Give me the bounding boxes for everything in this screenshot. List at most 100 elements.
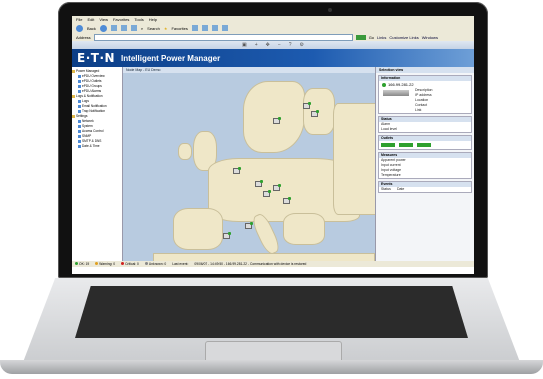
map-view: Node Map - EU Demo <box>123 67 376 261</box>
status-unknown[interactable]: Unknown: 0 <box>144 262 166 266</box>
favorites-label[interactable]: Favorites <box>171 26 187 31</box>
search-label[interactable]: Search <box>147 26 160 31</box>
forward-icon[interactable] <box>99 24 107 32</box>
device-marker[interactable] <box>263 190 271 197</box>
folder-icon <box>72 95 75 98</box>
laptop-front-edge <box>0 360 543 374</box>
events-col-status[interactable]: Status <box>381 187 391 192</box>
menu-edit[interactable]: Edit <box>87 16 94 23</box>
page-icon <box>78 75 81 78</box>
europe-map[interactable] <box>123 73 375 261</box>
land-iberia <box>173 208 223 250</box>
home-icon[interactable] <box>130 25 137 31</box>
refresh-icon[interactable] <box>120 25 127 31</box>
information-section: Information 166.99.281.22 Description IP… <box>378 75 472 114</box>
zoom-in-icon[interactable]: + <box>255 42 258 48</box>
address-label: Address <box>76 34 91 40</box>
page-icon <box>78 85 81 88</box>
go-label[interactable]: Go <box>369 35 374 40</box>
map-icon[interactable]: ▣ <box>242 42 247 48</box>
status-critical[interactable]: Critical: 0 <box>121 262 139 266</box>
page-icon <box>78 130 81 133</box>
menu-favorites[interactable]: Favorites <box>113 16 129 23</box>
land-north-africa <box>153 253 375 261</box>
measure-temperature: Temperature <box>381 173 401 177</box>
settings-icon[interactable]: ⚙ <box>300 42 304 48</box>
events-section: Events Status Date <box>378 181 472 193</box>
land-finland <box>303 88 335 135</box>
device-marker[interactable] <box>233 167 241 174</box>
status-ok-icon <box>382 82 386 87</box>
folder-icon <box>72 70 75 73</box>
pan-icon[interactable]: ✥ <box>266 42 270 48</box>
app-body: Power Managed ePDU Overview ePDU Outlets eP… <box>72 67 474 261</box>
outlet-indicator[interactable] <box>399 143 413 147</box>
menu-help[interactable]: Help <box>149 16 157 23</box>
status-ok-label: OK: 19 <box>79 262 90 266</box>
land-balkans <box>283 213 325 245</box>
mail-icon[interactable] <box>201 25 208 31</box>
folder-icon <box>72 115 75 118</box>
unknown-icon <box>144 262 148 265</box>
go-button[interactable] <box>355 34 366 40</box>
device-marker[interactable] <box>255 180 263 187</box>
status-warning-label: Warning: 0 <box>99 262 116 266</box>
status-ok[interactable]: OK: 19 <box>75 262 89 266</box>
pdu-device-image <box>383 90 409 96</box>
events-col-date[interactable]: Date <box>397 187 404 192</box>
outlet-indicator[interactable] <box>381 143 395 147</box>
zoom-out-icon[interactable]: − <box>278 42 281 48</box>
device-ip-row: 166.99.281.22 <box>379 81 471 88</box>
stop-icon[interactable] <box>110 25 117 31</box>
eaton-logo: E·T·N <box>77 51 116 65</box>
app-toolbar: ▣ + ✥ − ? ⚙ <box>72 41 474 49</box>
page-icon <box>78 135 81 138</box>
device-marker[interactable] <box>273 117 281 124</box>
app-banner: E·T·N Intelligent Power Manager <box>72 49 474 67</box>
device-marker[interactable] <box>303 102 311 109</box>
device-info: Description IP address Location Contact … <box>379 88 471 113</box>
tree-item-label: Date & Time <box>82 144 100 148</box>
device-marker[interactable] <box>273 184 281 191</box>
info-link[interactable]: Link <box>413 108 433 113</box>
device-marker[interactable] <box>283 197 291 204</box>
search-icon[interactable]: ⌕ <box>141 26 143 31</box>
back-label[interactable]: Back <box>87 26 96 31</box>
status-bar: OK: 19 Warning: 0 Critical: 0 Unknown: 0… <box>72 261 474 267</box>
app-title: Intelligent Power Manager <box>121 53 221 63</box>
outlet-indicators <box>379 141 471 149</box>
last-event-label: Last event: <box>172 262 189 266</box>
device-marker[interactable] <box>245 222 253 229</box>
tree-item[interactable]: Date & Time <box>72 144 122 149</box>
device-marker[interactable] <box>311 110 319 117</box>
events-columns: Status Date <box>379 187 471 192</box>
outlet-indicator[interactable] <box>417 143 431 147</box>
windows-link[interactable]: Windows <box>422 35 438 40</box>
menu-file[interactable]: File <box>76 16 82 23</box>
page-icon <box>78 90 81 93</box>
warning-icon <box>95 262 99 265</box>
measures-section: Measures Apparent power Input current In… <box>378 152 472 179</box>
links-label[interactable]: Links <box>377 35 386 40</box>
critical-icon <box>121 262 125 265</box>
menu-view[interactable]: View <box>99 16 108 23</box>
customize-links[interactable]: Customize Links <box>389 35 418 40</box>
ok-icon <box>75 262 78 265</box>
page-icon <box>78 100 81 103</box>
menu-tools[interactable]: Tools <box>134 16 143 23</box>
help-icon[interactable]: ? <box>289 42 292 48</box>
browser-toolbar: Back ⌕ Search ★ Favorites <box>72 23 474 33</box>
back-icon[interactable] <box>76 24 83 32</box>
status-warning[interactable]: Warning: 0 <box>95 262 115 266</box>
device-marker[interactable] <box>223 232 231 239</box>
edit-icon[interactable] <box>221 25 228 31</box>
favorites-icon[interactable]: ★ <box>164 26 168 31</box>
status-load-level: Load level <box>381 127 397 131</box>
keyboard <box>75 286 468 338</box>
print-icon[interactable] <box>211 25 218 31</box>
tree-item-label: Logs & Notification <box>76 94 103 98</box>
outlets-section: Outlets <box>378 135 472 150</box>
history-icon[interactable] <box>191 25 198 31</box>
page-icon <box>78 105 81 108</box>
address-input[interactable] <box>93 33 353 41</box>
